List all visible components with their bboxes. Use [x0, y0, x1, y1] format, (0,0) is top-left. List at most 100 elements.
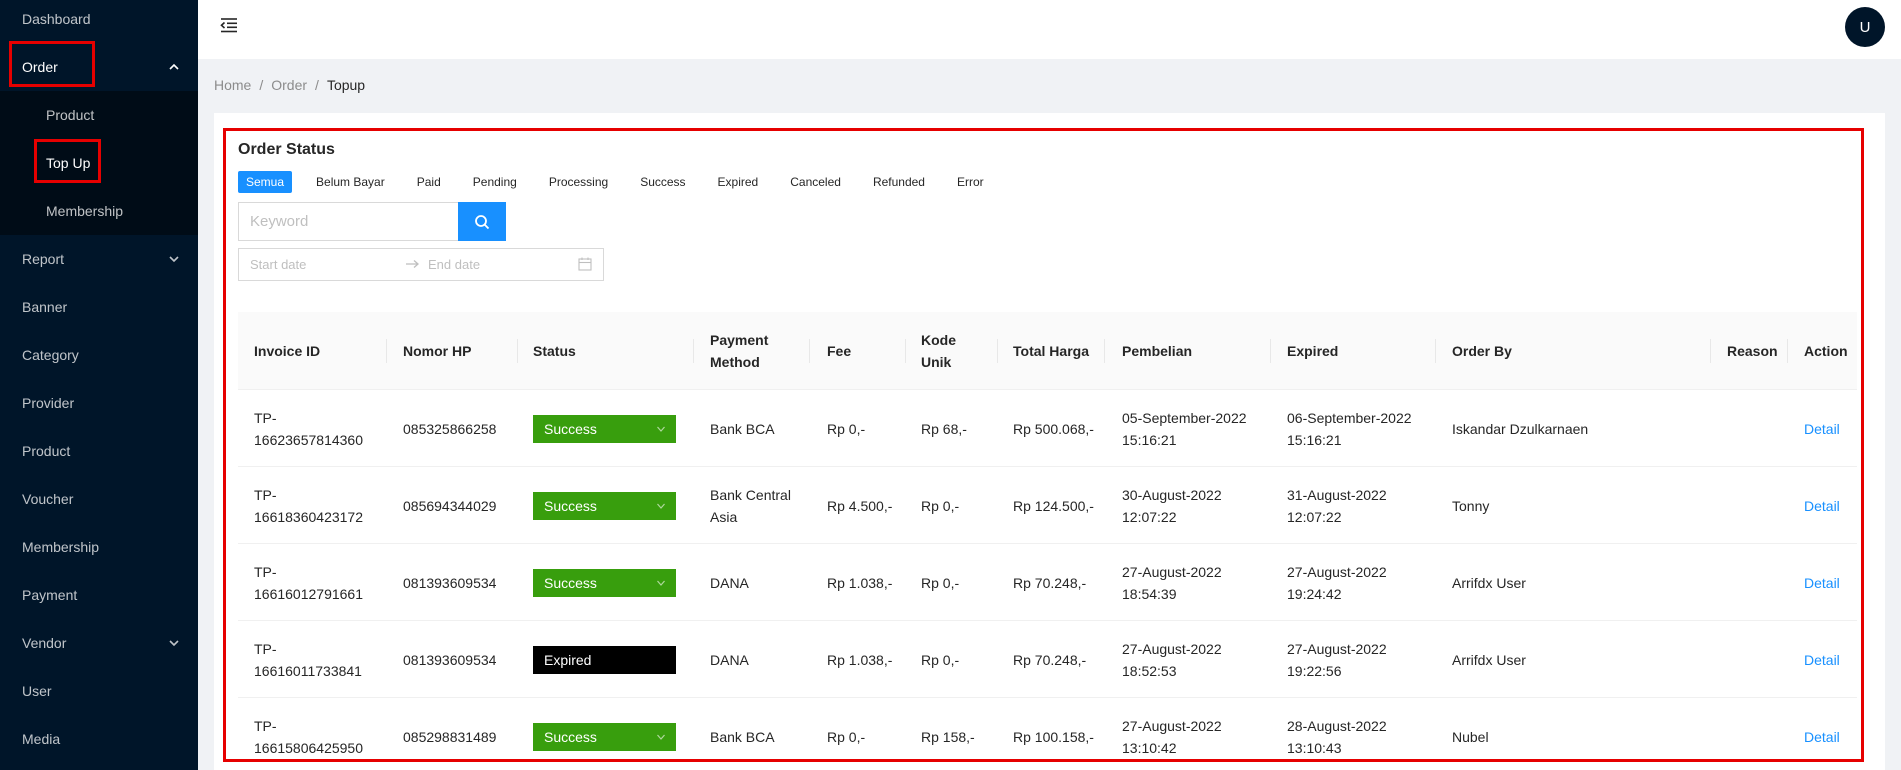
kode-unik-cell: Rp 0,- [921, 497, 960, 514]
fee-cell: Rp 4.500,- [827, 497, 893, 514]
chevron-down-icon [168, 637, 180, 649]
tab-success[interactable]: Success [632, 171, 693, 193]
tab-refunded[interactable]: Refunded [865, 171, 933, 193]
tab-error[interactable]: Error [949, 171, 992, 193]
payment-method-cell: DANA [710, 651, 749, 668]
table-row: TP- 16618360423172 085694344029 Success B… [238, 467, 1857, 544]
fee-cell: Rp 1.038,- [827, 574, 893, 591]
phone-cell: 081393609534 [403, 574, 497, 591]
detail-link[interactable]: Detail [1804, 698, 1840, 770]
status-value: Success [544, 575, 597, 591]
payment-method-cell: Bank BCA [710, 728, 775, 745]
sidebar-item-banner[interactable]: Banner [0, 283, 198, 331]
search-input[interactable] [238, 202, 458, 241]
breadcrumb-current: Topup [326, 77, 366, 93]
pembelian-cell: 27-August-2022 13:10:42 [1122, 717, 1222, 756]
sidebar-item-dashboard[interactable]: Dashboard [0, 0, 198, 43]
tab-processing[interactable]: Processing [541, 171, 616, 193]
search-bar [238, 202, 506, 241]
sidebar-item-label: Membership [22, 539, 100, 555]
search-icon [475, 214, 490, 229]
fee-cell: Rp 1.038,- [827, 651, 893, 668]
menu-fold-icon[interactable] [220, 16, 238, 34]
tab-semua[interactable]: Semua [238, 171, 293, 193]
status-value: Success [544, 729, 597, 745]
avatar[interactable]: U [1845, 7, 1885, 47]
column-header-status: Status [533, 343, 576, 359]
breadcrumb-home[interactable]: Home [214, 77, 251, 93]
status-select[interactable]: Success [533, 569, 676, 597]
tab-canceled[interactable]: Canceled [782, 171, 849, 193]
start-date-input[interactable]: Start date [250, 257, 306, 272]
detail-link[interactable]: Detail [1804, 467, 1840, 544]
status-select[interactable]: Expired [533, 646, 676, 674]
kode-unik-cell: Rp 0,- [921, 651, 960, 668]
total-harga-cell: Rp 70.248,- [1013, 574, 1087, 591]
date-range-picker[interactable]: Start date End date [238, 248, 604, 281]
detail-link[interactable]: Detail [1804, 621, 1840, 698]
sidebar-item-membership[interactable]: Membership [0, 523, 198, 571]
tab-belum-bayar[interactable]: Belum Bayar [308, 171, 393, 193]
status-select[interactable]: Success [533, 492, 676, 520]
detail-link[interactable]: Detail [1804, 390, 1840, 467]
sidebar-item-provider[interactable]: Provider [0, 379, 198, 427]
pembelian-cell: 30-August-2022 12:07:22 [1122, 486, 1222, 525]
top-header: U [198, 0, 1901, 59]
detail-link[interactable]: Detail [1804, 544, 1840, 621]
status-value: Success [544, 498, 597, 514]
invoice-id-cell: TP- 16615806425950 [254, 717, 364, 756]
sidebar-item-product[interactable]: Product [0, 427, 198, 475]
order-by-cell: Arrifdx User [1452, 574, 1526, 591]
sidebar-item-user[interactable]: User [0, 667, 198, 715]
total-harga-cell: Rp 70.248,- [1013, 651, 1087, 668]
sidebar-item-label: Dashboard [22, 11, 91, 27]
column-header-nomor-hp: Nomor HP [403, 343, 472, 359]
status-select[interactable]: Success [533, 415, 676, 443]
order-by-cell: Iskandar Dzulkarnaen [1452, 420, 1589, 437]
sidebar-item-payment[interactable]: Payment [0, 571, 198, 619]
payment-method-cell: Bank Central Asia [710, 486, 791, 525]
breadcrumb-separator: / [315, 77, 319, 93]
phone-cell: 085325866258 [403, 420, 497, 437]
column-header-pembelian: Pembelian [1122, 343, 1193, 359]
order-by-cell: Arrifdx User [1452, 651, 1526, 668]
sidebar-item-label: Membership [46, 203, 124, 219]
total-harga-cell: Rp 124.500,- [1013, 497, 1094, 514]
sidebar-item-label: Vendor [22, 635, 67, 651]
end-date-input[interactable]: End date [428, 257, 480, 272]
sidebar-item-label: Category [22, 347, 79, 363]
search-button[interactable] [458, 202, 506, 241]
column-header-reason: Reason [1727, 343, 1778, 359]
tab-expired[interactable]: Expired [710, 171, 767, 193]
sidebar-item-order-product[interactable]: Product [0, 91, 198, 139]
pembelian-cell: 05-September-2022 15:16:21 [1122, 409, 1247, 448]
sidebar-item-label: Report [22, 251, 65, 267]
column-header-invoice-id: Invoice ID [254, 343, 321, 359]
expired-cell: 06-September-2022 15:16:21 [1287, 409, 1412, 448]
sidebar-item-order-membership[interactable]: Membership [0, 187, 198, 235]
expired-cell: 28-August-2022 13:10:43 [1287, 717, 1387, 756]
sidebar-item-media[interactable]: Media [0, 715, 198, 763]
total-harga-cell: Rp 500.068,- [1013, 420, 1094, 437]
sidebar-item-category[interactable]: Category [0, 331, 198, 379]
sidebar-item-voucher[interactable]: Voucher [0, 475, 198, 523]
breadcrumb-order[interactable]: Order [271, 77, 307, 93]
column-header-action: Action [1804, 343, 1848, 359]
table-row: TP- 16616011733841 081393609534 Expired D… [238, 621, 1857, 698]
pembelian-cell: 27-August-2022 18:52:53 [1122, 640, 1222, 679]
invoice-id-cell: TP- 16623657814360 [254, 409, 364, 448]
tab-pending[interactable]: Pending [465, 171, 525, 193]
expired-cell: 27-August-2022 19:24:42 [1287, 563, 1387, 602]
expired-cell: 31-August-2022 12:07:22 [1287, 486, 1387, 525]
chevron-up-icon [168, 61, 180, 73]
status-select[interactable]: Success [533, 723, 676, 751]
calendar-icon [578, 257, 592, 271]
sidebar-item-vendor[interactable]: Vendor [0, 619, 198, 667]
order-by-cell: Tonny [1452, 497, 1490, 514]
fee-cell: Rp 0,- [827, 728, 866, 745]
sidebar-item-label: Provider [22, 395, 75, 411]
sidebar-item-report[interactable]: Report [0, 235, 198, 283]
sidebar: Dashboard Order Product Top Up Membershi… [0, 0, 198, 770]
kode-unik-cell: Rp 0,- [921, 574, 960, 591]
tab-paid[interactable]: Paid [409, 171, 449, 193]
